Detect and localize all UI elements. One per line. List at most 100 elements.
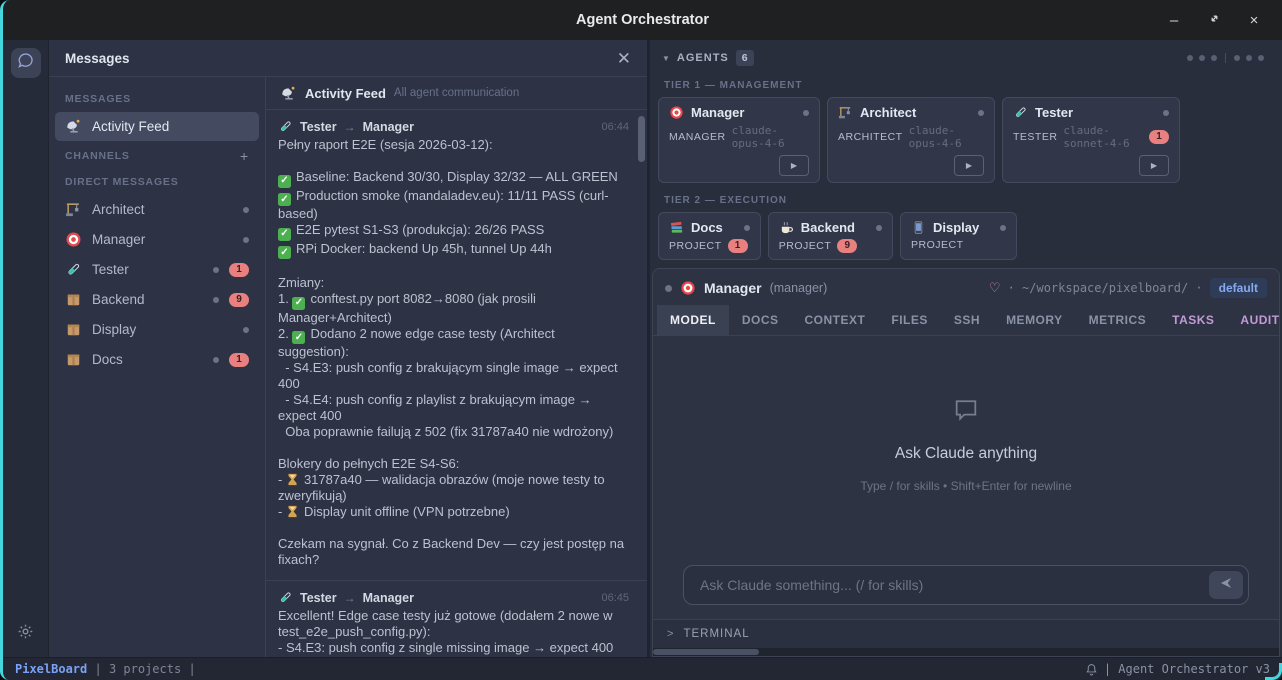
check-icon: ✓ xyxy=(278,246,291,259)
console-agent-name: Manager xyxy=(704,280,762,296)
chat-bubble-icon xyxy=(16,51,35,75)
send-icon xyxy=(1219,576,1233,594)
play-agent-button[interactable]: ▶ xyxy=(954,155,984,176)
crane-icon xyxy=(838,105,853,120)
messages-rail-button[interactable] xyxy=(11,48,41,78)
statusbar-separator: | xyxy=(188,662,195,676)
package-icon xyxy=(65,291,82,308)
agent-status-dot xyxy=(1163,110,1169,116)
message-body: Excellent! Edge case testy już gotowe (d… xyxy=(278,608,629,657)
tab-metrics[interactable]: METRICS xyxy=(1076,305,1160,335)
agent-card-backend[interactable]: Backend PROJECT 9 xyxy=(768,212,893,260)
add-channel-button[interactable]: + xyxy=(240,148,249,164)
agent-status-dot xyxy=(803,110,809,116)
unread-badge: 9 xyxy=(837,239,857,253)
statusbar-separator: | xyxy=(94,662,101,676)
feed-message: Tester → Manager 06:45 Excellent! Edge c… xyxy=(266,581,647,657)
chat-bubble-outline-icon xyxy=(951,396,981,429)
send-button[interactable] xyxy=(1209,571,1243,599)
agent-status-dot xyxy=(876,225,882,231)
testtube-icon xyxy=(278,119,293,134)
play-icon: ▶ xyxy=(791,161,797,170)
minimize-button[interactable]: – xyxy=(1160,8,1188,32)
statusbar-projects: 3 projects xyxy=(109,662,181,676)
agents-header[interactable]: ▼ AGENTS 6 xyxy=(658,46,1274,74)
messages-section-label: MESSAGES xyxy=(49,87,265,111)
tier2-label: TIER 2 — EXECUTION xyxy=(658,189,1274,212)
agent-card-tester[interactable]: Tester TESTER claude-sonnet-4-6 1 ▶ xyxy=(1002,97,1180,183)
check-icon: ✓ xyxy=(278,228,291,241)
heart-icon[interactable]: ♡ xyxy=(989,280,1001,296)
hourglass-icon xyxy=(286,505,299,518)
dm-section-label: DIRECT MESSAGES xyxy=(49,170,265,194)
ask-claude-input[interactable] xyxy=(683,565,1249,605)
agents-header-dots[interactable] xyxy=(1187,53,1270,63)
bell-icon[interactable] xyxy=(1085,663,1098,676)
target-icon xyxy=(669,105,684,120)
crane-icon xyxy=(65,201,82,218)
sidebar-item-activity-feed[interactable]: Activity Feed xyxy=(55,112,259,141)
status-bar: PixelBoard | 3 projects | | Agent Orches… xyxy=(3,657,1282,680)
target-icon xyxy=(65,231,82,248)
settings-button[interactable] xyxy=(17,623,34,645)
package-icon xyxy=(65,351,82,368)
presence-dot xyxy=(213,357,219,363)
testtube-icon xyxy=(1013,105,1028,120)
tab-audit[interactable]: AUDIT xyxy=(1227,305,1282,335)
profile-badge[interactable]: default xyxy=(1210,278,1267,298)
status-dot xyxy=(665,285,672,292)
sidebar-item-backend[interactable]: Backend 9 xyxy=(55,285,259,314)
horizontal-scrollbar-thumb[interactable] xyxy=(653,649,759,655)
activity-feed: Activity Feed All agent communication Te… xyxy=(266,77,647,657)
maximize-icon xyxy=(1208,12,1221,29)
play-icon: ▶ xyxy=(1151,161,1157,170)
play-agent-button[interactable]: ▶ xyxy=(779,155,809,176)
sidebar-item-manager[interactable]: Manager xyxy=(55,225,259,254)
feed-scrollbar-thumb[interactable] xyxy=(638,116,645,162)
tab-model[interactable]: MODEL xyxy=(657,305,729,335)
agent-card-docs[interactable]: Docs PROJECT 1 xyxy=(658,212,761,260)
sidebar-item-tester[interactable]: Tester 1 xyxy=(55,255,259,284)
sidebar-item-architect[interactable]: Architect xyxy=(55,195,259,224)
horizontal-scrollbar[interactable] xyxy=(653,648,1279,656)
play-agent-button[interactable]: ▶ xyxy=(1139,155,1169,176)
statusbar-app-name[interactable]: PixelBoard xyxy=(15,662,87,676)
messages-close-button[interactable]: ✕ xyxy=(617,50,631,67)
tab-docs[interactable]: DOCS xyxy=(729,305,792,335)
presence-dot xyxy=(243,327,249,333)
activity-feed-title: Activity Feed xyxy=(305,86,386,101)
message-list[interactable]: Tester → Manager 06:44 Pełny raport E2E … xyxy=(266,110,647,657)
agent-card-architect[interactable]: Architect ARCHITECT claude-opus-4-6 ▶ xyxy=(827,97,995,183)
tab-memory[interactable]: MEMORY xyxy=(993,305,1076,335)
sidebar-item-docs[interactable]: Docs 1 xyxy=(55,345,259,374)
sidebar-item-label: Activity Feed xyxy=(92,119,169,134)
arrow-right-icon: → xyxy=(344,591,356,605)
books-icon xyxy=(669,220,684,235)
coffee-icon xyxy=(779,220,794,235)
console-tabs: MODELDOCSCONTEXTFILESSSHMEMORYMETRICSTAS… xyxy=(653,305,1279,336)
window-title: Agent Orchestrator xyxy=(3,12,1282,28)
messages-panel: Messages ✕ MESSAGES Activity Feed CHANNE… xyxy=(49,40,650,657)
sidebar-item-display[interactable]: Display xyxy=(55,315,259,344)
tab-files[interactable]: FILES xyxy=(878,305,941,335)
check-icon: ✓ xyxy=(292,331,305,344)
agent-card-display[interactable]: Display PROJECT xyxy=(900,212,1017,260)
agent-card-manager[interactable]: Manager MANAGER claude-opus-4-6 ▶ xyxy=(658,97,820,183)
check-icon: ✓ xyxy=(292,297,305,310)
presence-dot xyxy=(243,207,249,213)
check-icon: ✓ xyxy=(278,193,291,206)
tab-context[interactable]: CONTEXT xyxy=(792,305,879,335)
phone-icon xyxy=(911,220,926,235)
unread-badge: 1 xyxy=(229,263,249,277)
message-timestamp: 06:44 xyxy=(601,121,629,133)
chevron-right-icon: > xyxy=(667,628,674,640)
tab-ssh[interactable]: SSH xyxy=(941,305,993,335)
close-button[interactable]: × xyxy=(1240,8,1268,32)
statusbar-version: | Agent Orchestrator v3 xyxy=(1104,662,1270,676)
terminal-toggle[interactable]: > TERMINAL xyxy=(653,619,1279,648)
maximize-button[interactable] xyxy=(1200,8,1228,32)
close-icon: × xyxy=(1250,12,1259,29)
tab-tasks[interactable]: TASKS xyxy=(1159,305,1227,335)
arrow-right-icon: → xyxy=(344,120,356,134)
agent-status-dot xyxy=(978,110,984,116)
